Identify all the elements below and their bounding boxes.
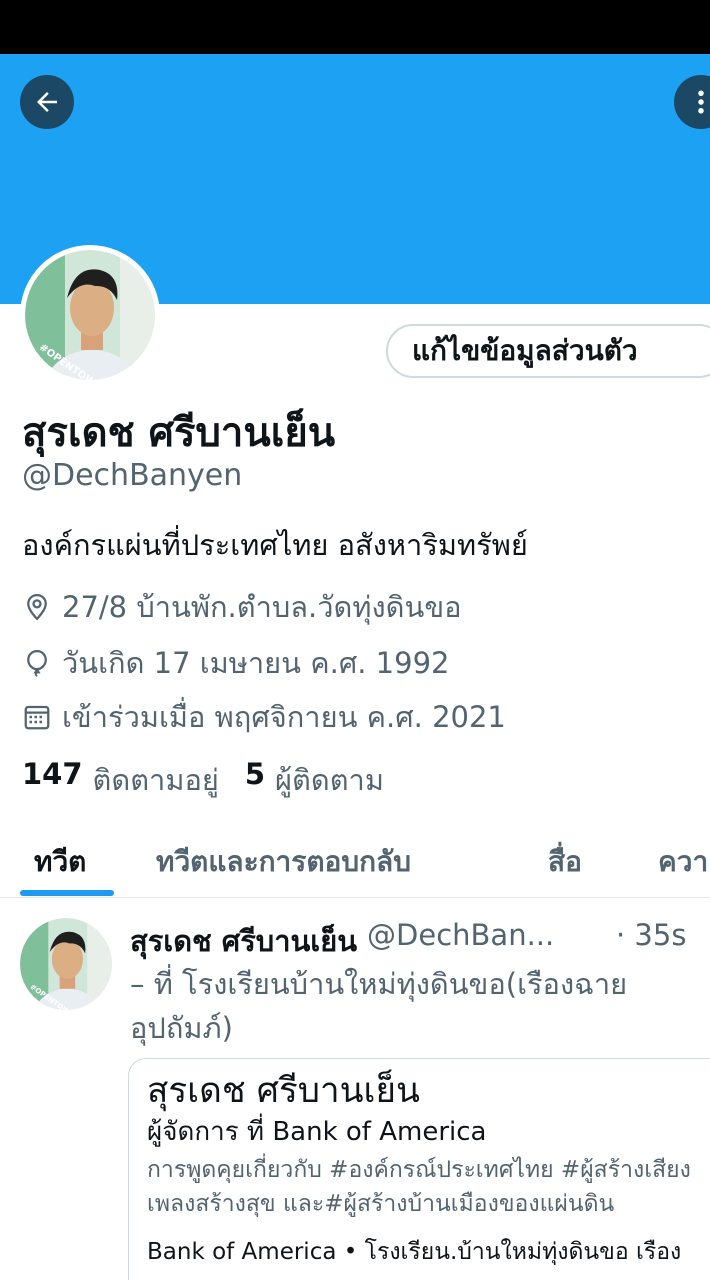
followers-count: 5 <box>244 757 266 791</box>
profile-handle: @DechBanyen <box>22 458 243 493</box>
tab-likes[interactable]: ควา <box>658 840 708 884</box>
edit-profile-button[interactable]: แก้ไขข้อมูลส่วนตัว <box>386 324 710 378</box>
card-footer: Bank of America • โรงเรียน.บ้านใหม่ทุ่งด… <box>147 1239 682 1265</box>
back-arrow-icon <box>37 92 57 112</box>
tweet-avatar[interactable]: #OPENTOWORK <box>20 918 112 1010</box>
tab-media[interactable]: สื่อ <box>548 840 582 884</box>
profile-joined: เข้าร่วมเมื่อ พฤศจิกายน ค.ศ. 2021 <box>22 694 506 740</box>
calendar-icon <box>24 705 50 730</box>
tweet-avatar-photo: #OPENTOWORK <box>20 918 112 1010</box>
tweet-author-name[interactable]: สุรเดช ศรีบานเย็น <box>130 918 357 964</box>
profile-tabs: ทวีต ทวีตและการตอบกลับ สื่อ ควา <box>0 826 710 898</box>
location-text: 27/8 บ้านพัก.ตำบล.วัดทุ่งดินขอ <box>62 590 462 624</box>
tab-tweets-and-replies[interactable]: ทวีตและการตอบกลับ <box>156 840 411 884</box>
back-button[interactable] <box>20 75 74 129</box>
more-vertical-icon <box>698 90 704 114</box>
avatar-photo: #OPENTOWORK <box>25 250 155 380</box>
profile-name: สุรเดช ศรีบานเย็น <box>22 410 336 456</box>
tweet-author-handle[interactable]: @DechBan... <box>367 918 554 964</box>
card-description: การพูดคุยเกี่ยวกับ #องค์กรณ์ประเทศไทย #ผ… <box>147 1157 691 1217</box>
followers-label: ผู้ติดตาม <box>275 763 384 797</box>
card-subtitle: ผู้จัดการ ที่ Bank of America <box>147 1117 487 1147</box>
profile-stats: 147 ติดตามอยู่ 5 ผู้ติดตาม <box>22 757 410 803</box>
tweet-text: – ที่ โรงเรียนบ้านใหม่ทุ่งดินขอ(เรืองฉาย… <box>130 967 628 1045</box>
joined-text: เข้าร่วมเมื่อ พฤศจิกายน ค.ศ. 2021 <box>62 700 506 734</box>
avatar: #OPENTOWORK <box>25 250 155 380</box>
location-pin-icon <box>27 593 47 621</box>
birthday-balloon-icon <box>27 649 47 677</box>
link-card[interactable]: สุรเดช ศรีบานเย็น ผู้จัดการ ที่ Bank of … <box>128 1058 710 1280</box>
active-tab-indicator <box>20 890 114 896</box>
status-bar <box>0 0 710 54</box>
tab-tweets[interactable]: ทวีต <box>34 840 86 884</box>
following-stat[interactable]: 147 ติดตามอยู่ <box>22 757 219 803</box>
tweet-header: สุรเดช ศรีบานเย็น @DechBan... · 35s <box>130 918 686 964</box>
profile-birthday: วันเกิด 17 เมษายน ค.ศ. 1992 <box>22 640 449 686</box>
followers-stat[interactable]: 5 ผู้ติดตาม <box>245 757 384 803</box>
following-label: ติดตามอยู่ <box>92 763 219 797</box>
profile-location: 27/8 บ้านพัก.ตำบล.วัดทุ่งดินขอ <box>22 584 462 630</box>
tweet-timestamp[interactable]: · 35s <box>616 918 686 952</box>
profile-bio: องค์กรแผ่นที่ประเทศไทย อสังหาริมทรัพย์ <box>22 528 528 562</box>
card-title: สุรเดช ศรีบานเย็น <box>147 1071 420 1111</box>
birthday-text: วันเกิด 17 เมษายน ค.ศ. 1992 <box>62 646 450 680</box>
profile-avatar[interactable]: #OPENTOWORK <box>20 245 160 385</box>
following-count: 147 <box>22 757 83 791</box>
